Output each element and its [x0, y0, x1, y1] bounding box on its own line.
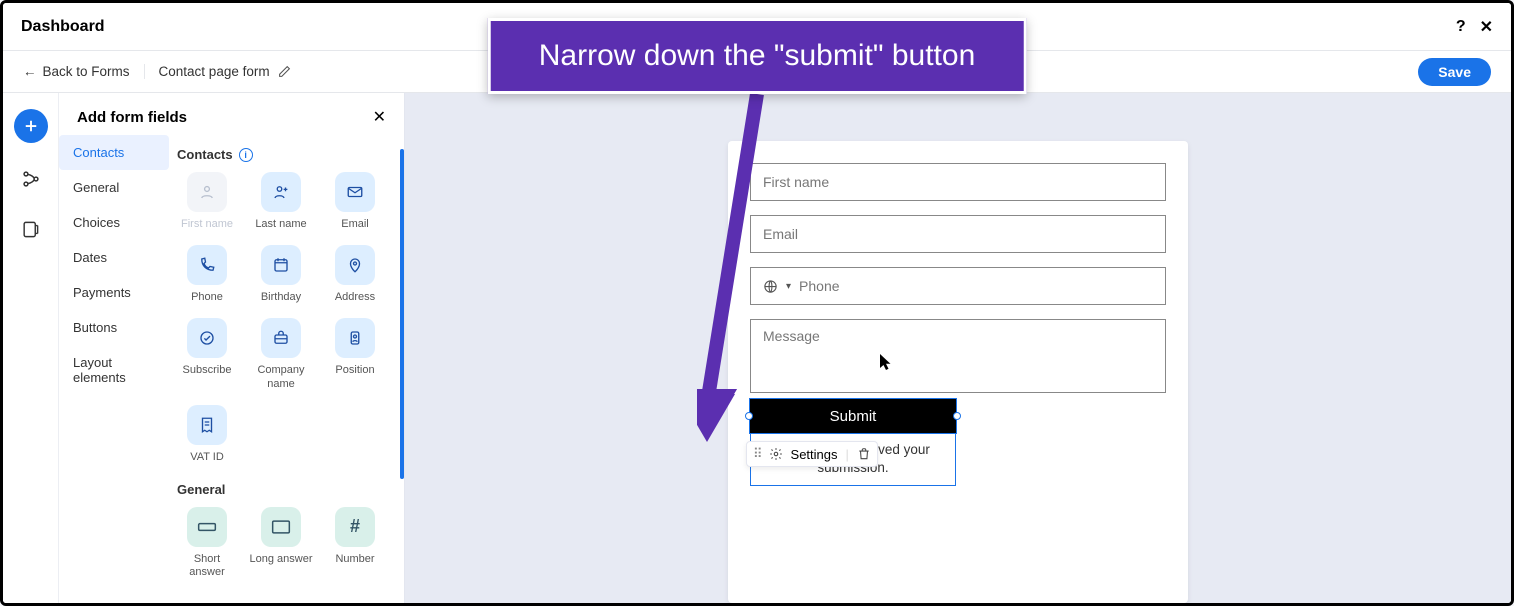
short-answer-icon	[187, 507, 227, 547]
field-label: Company name	[249, 364, 313, 390]
resize-handle-left[interactable]	[745, 412, 753, 420]
placeholder: Message	[763, 328, 820, 344]
page-title: Dashboard	[21, 18, 105, 36]
field-subscribe[interactable]: Subscribe	[175, 318, 239, 390]
field-label: Address	[335, 291, 375, 304]
panel-title: Add form fields	[77, 109, 187, 126]
placeholder: Phone	[799, 278, 839, 294]
field-label: Subscribe	[183, 364, 232, 377]
field-first-name: First name	[175, 172, 239, 231]
cursor-icon	[879, 353, 893, 371]
field-last-name[interactable]: Last name	[249, 172, 313, 231]
settings-label[interactable]: Settings	[791, 447, 838, 462]
calendar-icon	[261, 245, 301, 285]
email-input[interactable]: Email	[750, 215, 1166, 253]
help-icon[interactable]: ?	[1456, 18, 1466, 36]
category-general[interactable]: General	[59, 170, 169, 205]
field-birthday[interactable]: Birthday	[249, 245, 313, 304]
field-label: Last name	[255, 218, 306, 231]
field-vat[interactable]: VAT ID	[175, 405, 239, 464]
resize-handle-right[interactable]	[953, 412, 961, 420]
field-label: First name	[181, 218, 233, 231]
first-name-input[interactable]: First name	[750, 163, 1166, 201]
category-buttons[interactable]: Buttons	[59, 310, 169, 345]
category-payments[interactable]: Payments	[59, 275, 169, 310]
add-button[interactable]	[14, 109, 48, 143]
field-label: Long answer	[250, 553, 313, 566]
field-label: Number	[335, 553, 374, 566]
save-button[interactable]: Save	[1418, 58, 1491, 86]
hash-icon: #	[335, 507, 375, 547]
field-short-answer[interactable]: Short answer	[175, 507, 239, 579]
category-contacts[interactable]: Contacts	[59, 135, 169, 170]
panel-close-icon[interactable]: ✕	[373, 107, 386, 127]
pin-icon	[335, 245, 375, 285]
field-long-answer[interactable]: Long answer	[249, 507, 313, 579]
category-dates[interactable]: Dates	[59, 240, 169, 275]
globe-icon[interactable]	[763, 279, 778, 294]
category-list: Contacts General Choices Dates Payments …	[59, 135, 169, 601]
field-number[interactable]: # Number	[323, 507, 387, 579]
submit-button-wrap[interactable]: Submit	[750, 399, 956, 433]
placeholder: Email	[763, 226, 798, 242]
long-answer-icon	[261, 507, 301, 547]
field-label: Email	[341, 218, 369, 231]
arrow-left-icon: ←	[23, 64, 37, 79]
form-name-label: Contact page form	[159, 64, 270, 79]
group-contacts-label: Contacts	[177, 147, 233, 162]
field-label: Birthday	[261, 291, 301, 304]
form-preview: First name Email ▾ Phone Message ⠿ Setti…	[728, 141, 1188, 603]
phone-input[interactable]: ▾ Phone	[750, 267, 1166, 305]
category-choices[interactable]: Choices	[59, 205, 169, 240]
back-label: Back to Forms	[43, 64, 130, 79]
pencil-icon[interactable]	[278, 65, 291, 78]
message-input[interactable]: Message	[750, 319, 1166, 393]
field-label: VAT ID	[190, 451, 224, 464]
field-phone[interactable]: Phone	[175, 245, 239, 304]
field-email[interactable]: Email	[323, 172, 387, 231]
field-address[interactable]: Address	[323, 245, 387, 304]
person-icon	[187, 172, 227, 212]
trash-icon[interactable]	[857, 447, 871, 461]
annotation-callout: Narrow down the "submit" button	[488, 18, 1027, 94]
person-badge-icon	[335, 318, 375, 358]
scrollbar[interactable]	[400, 149, 404, 479]
info-icon[interactable]: i	[239, 148, 253, 162]
check-circle-icon	[187, 318, 227, 358]
phone-icon	[187, 245, 227, 285]
drag-handle-icon[interactable]: ⠿	[753, 446, 761, 462]
automations-icon[interactable]	[17, 165, 45, 193]
gear-icon[interactable]	[769, 447, 783, 461]
field-label: Position	[335, 364, 374, 377]
placeholder: First name	[763, 174, 829, 190]
field-position[interactable]: Position	[323, 318, 387, 390]
submit-button[interactable]: Submit	[750, 399, 956, 433]
add-fields-panel: Add form fields ✕ Contacts General Choic…	[59, 93, 405, 603]
left-rail	[3, 93, 59, 603]
templates-icon[interactable]	[17, 215, 45, 243]
back-to-forms-link[interactable]: ← Back to Forms	[23, 64, 145, 79]
group-general-label: General	[177, 482, 225, 497]
close-icon[interactable]: ✕	[1480, 17, 1493, 37]
chevron-down-icon[interactable]: ▾	[786, 281, 791, 292]
briefcase-icon	[261, 318, 301, 358]
field-company[interactable]: Company name	[249, 318, 313, 390]
envelope-icon	[335, 172, 375, 212]
field-label: Phone	[191, 291, 223, 304]
person-plus-icon	[261, 172, 301, 212]
category-layout[interactable]: Layout elements	[59, 345, 169, 395]
field-label: Short answer	[175, 553, 239, 579]
element-toolbar[interactable]: ⠿ Settings |	[746, 441, 878, 467]
form-canvas[interactable]: First name Email ▾ Phone Message ⠿ Setti…	[405, 93, 1511, 603]
receipt-icon	[187, 405, 227, 445]
form-name[interactable]: Contact page form	[159, 64, 291, 79]
